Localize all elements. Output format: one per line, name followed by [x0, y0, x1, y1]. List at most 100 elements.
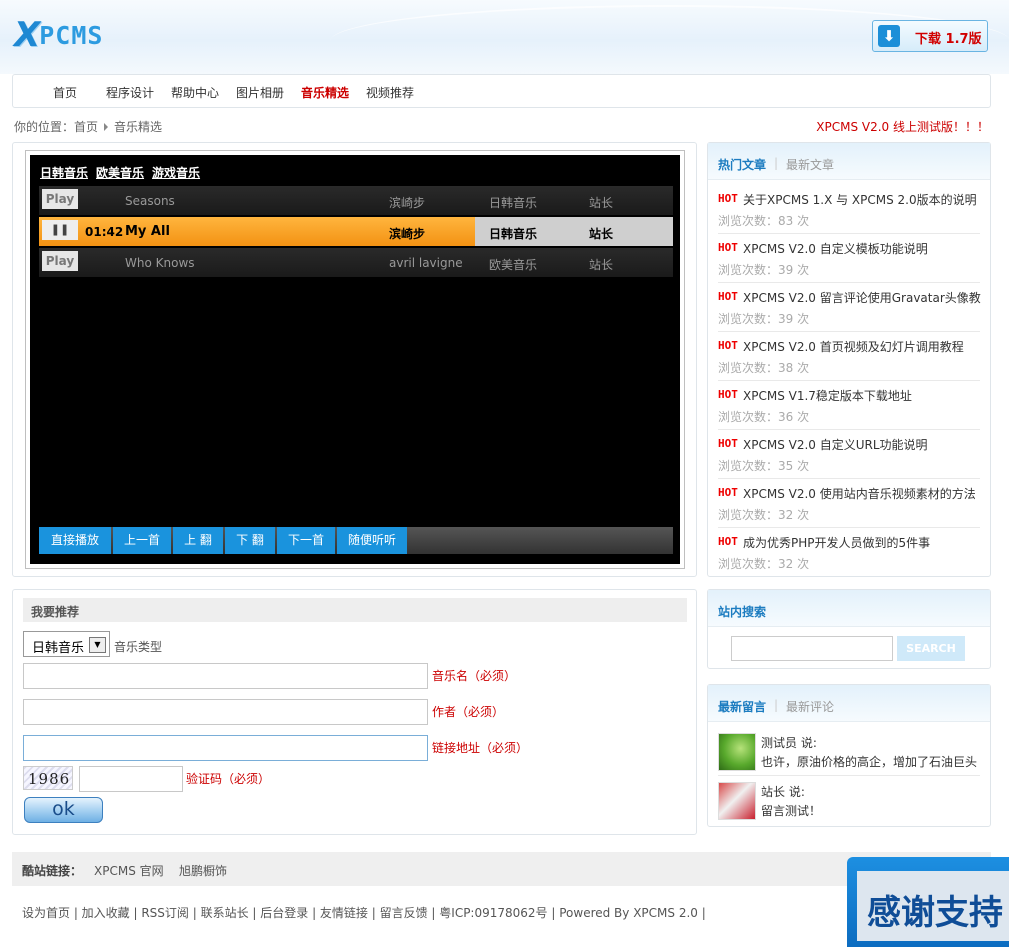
track-row[interactable]: Play Who Knows avril lavigne 欧美音乐 站长	[39, 248, 673, 277]
tab-separator: |	[774, 156, 779, 170]
tab-latest-articles[interactable]: 最新文章	[786, 156, 834, 173]
article-item[interactable]: HOT XPCMS V1.7稳定版本下载地址 浏览次数：36 次	[718, 381, 980, 430]
track-row-playing[interactable]: ❚❚ 01:42 My All 滨崎步 日韩音乐 站长	[39, 217, 673, 246]
music-type-select[interactable]: 日韩音乐 ▼	[23, 631, 110, 657]
chevron-down-icon: ▼	[89, 637, 106, 653]
friend-links-label: 酷站链接：	[22, 864, 83, 878]
hot-articles-header: 热门文章 | 最新文章	[708, 143, 990, 180]
article-title[interactable]: XPCMS V2.0 自定义URL功能说明	[743, 436, 928, 453]
play-button[interactable]: Play	[42, 189, 78, 209]
breadcrumb-home[interactable]: 首页	[74, 120, 98, 134]
article-views: 浏览次数：38 次	[718, 361, 810, 375]
play-direct-button[interactable]: 直接播放	[39, 527, 111, 554]
article-title[interactable]: XPCMS V2.0 使用站内音乐视频素材的方法	[743, 485, 976, 502]
comment-author: 测试员 说:	[761, 736, 817, 750]
hot-badge: HOT	[718, 241, 738, 254]
friend-link[interactable]: XPCMS 官网	[94, 862, 164, 879]
track-title: My All	[125, 224, 170, 239]
hot-badge: HOT	[718, 388, 738, 401]
hot-badge: HOT	[718, 486, 738, 499]
tab-latest-comments[interactable]: 最新评论	[786, 698, 834, 715]
music-name-input[interactable]	[23, 663, 428, 689]
article-title[interactable]: XPCMS V2.0 自定义模板功能说明	[743, 240, 928, 257]
search-button[interactable]: SEARCH	[897, 636, 965, 661]
article-title[interactable]: XPCMS V2.0 留言评论使用Gravatar头像教	[743, 289, 981, 306]
pause-icon[interactable]: ❚❚	[42, 220, 78, 240]
nav-music[interactable]: 音乐精选	[301, 84, 349, 101]
captcha-image[interactable]: 1986	[23, 766, 73, 790]
music-type-label: 音乐类型	[114, 640, 163, 654]
music-player: 日韩音乐 欧美音乐 游戏音乐 Play Seasons 滨崎步 日韩音乐 站长 ❚❚…	[30, 155, 680, 564]
recommend-header: 我要推荐	[23, 598, 687, 622]
tab-latest-messages[interactable]: 最新留言	[718, 698, 766, 715]
article-title[interactable]: 成为优秀PHP开发人员做到的5件事	[743, 534, 930, 551]
friend-link[interactable]: 旭鹏橱饰	[179, 862, 227, 879]
track-category: 欧美音乐	[489, 258, 538, 272]
track-row[interactable]: Play Seasons 滨崎步 日韩音乐 站长	[39, 186, 673, 215]
player-tab-game[interactable]: 游戏音乐	[152, 166, 200, 180]
author-input[interactable]	[23, 699, 428, 725]
player-tab-jpkr[interactable]: 日韩音乐	[40, 166, 88, 180]
page-up-button[interactable]: 上 翻	[173, 527, 223, 554]
prev-track-button[interactable]: 上一首	[113, 527, 171, 554]
nav-programming[interactable]: 程序设计	[106, 84, 154, 101]
article-title[interactable]: XPCMS V2.0 首页视频及幻灯片调用教程	[743, 338, 964, 355]
tab-separator: |	[774, 698, 779, 712]
article-item[interactable]: HOT XPCMS V2.0 留言评论使用Gravatar头像教 浏览次数：39 次	[718, 283, 981, 332]
avatar	[718, 782, 756, 820]
article-item[interactable]: HOT XPCMS V2.0 自定义模板功能说明 浏览次数：39 次	[718, 234, 980, 283]
track-category: 日韩音乐	[489, 196, 538, 210]
site-header: X PCMS ⬇ 下载 1.7版	[0, 0, 1009, 74]
page-down-button[interactable]: 下 翻	[225, 527, 275, 554]
nav-video[interactable]: 视频推荐	[366, 84, 414, 101]
music-type-value: 日韩音乐	[32, 641, 85, 656]
breadcrumb-current: 音乐精选	[114, 120, 163, 134]
captcha-label: 验证码（必须）	[186, 772, 271, 786]
play-button[interactable]: Play	[42, 251, 78, 271]
thanks-banner[interactable]: 感谢支持	[847, 857, 1009, 947]
comment-text: 也许，原油价格的高企，增加了石油巨头	[761, 755, 978, 769]
article-item[interactable]: HOT XPCMS V2.0 使用站内音乐视频素材的方法 浏览次数：32 次	[718, 479, 980, 528]
hot-badge: HOT	[718, 535, 738, 548]
breadcrumb: 你的位置：首页 音乐精选	[14, 118, 162, 135]
comment-text: 留言测试！	[761, 804, 822, 818]
article-title[interactable]: XPCMS V1.7稳定版本下载地址	[743, 387, 912, 404]
footer-links[interactable]: 设为首页 | 加入收藏 | RSS订阅 | 联系站长 | 后台登录 | 友情链接…	[22, 904, 706, 921]
comment-item[interactable]: 站长 说: 留言测试！	[718, 778, 980, 822]
thanks-text: 感谢支持	[867, 893, 1003, 933]
next-track-button[interactable]: 下一首	[277, 527, 335, 554]
article-title[interactable]: 关于XPCMS 1.X 与 XPCMS 2.0版本的说明	[743, 191, 977, 208]
link-url-input[interactable]	[23, 735, 428, 761]
ok-button[interactable]: ok	[24, 797, 103, 823]
player-frame: 日韩音乐 欧美音乐 游戏音乐 Play Seasons 滨崎步 日韩音乐 站长 ❚❚…	[25, 150, 685, 569]
link-url-label: 链接地址（必须）	[432, 741, 529, 755]
shuffle-button[interactable]: 随便听听	[337, 527, 407, 554]
article-item[interactable]: HOT XPCMS V2.0 自定义URL功能说明 浏览次数：35 次	[718, 430, 980, 479]
search-header: 站内搜索	[708, 590, 990, 627]
nav-help[interactable]: 帮助中心	[171, 84, 219, 101]
article-item[interactable]: HOT XPCMS V2.0 首页视频及幻灯片调用教程 浏览次数：38 次	[718, 332, 980, 381]
tab-hot-articles[interactable]: 热门文章	[718, 156, 766, 173]
thanks-banner-inner: 感谢支持	[857, 871, 1009, 941]
nav-photos[interactable]: 图片相册	[236, 84, 284, 101]
search-title: 站内搜索	[718, 605, 767, 619]
hot-badge: HOT	[718, 437, 738, 450]
download-label: 下载 1.7版	[915, 32, 982, 47]
article-item[interactable]: HOT 成为优秀PHP开发人员做到的5件事 浏览次数：32 次	[718, 528, 980, 576]
article-item[interactable]: HOT 关于XPCMS 1.X 与 XPCMS 2.0版本的说明 浏览次数：83 次	[718, 185, 980, 234]
site-logo[interactable]: X PCMS	[14, 18, 103, 52]
comment-item[interactable]: 测试员 说: 也许，原油价格的高企，增加了石油巨头	[718, 729, 980, 776]
hot-badge: HOT	[718, 192, 738, 205]
nav-home[interactable]: 首页	[53, 84, 77, 101]
download-button[interactable]: ⬇ 下载 1.7版	[872, 20, 988, 52]
captcha-text: 1986	[28, 770, 71, 788]
notice-link[interactable]: XPCMS V2.0 线上测试版！！！	[816, 118, 989, 135]
track-artist: 滨崎步	[389, 196, 426, 210]
track-time: 01:42	[85, 225, 124, 239]
player-tab-western[interactable]: 欧美音乐	[96, 166, 144, 180]
track-uploader: 站长	[589, 227, 614, 241]
ok-label: ok	[52, 798, 75, 820]
captcha-input[interactable]	[79, 766, 183, 792]
player-controls: 直接播放 上一首 上 翻 下 翻 下一首 随便听听	[39, 527, 673, 554]
search-input[interactable]	[731, 636, 893, 661]
